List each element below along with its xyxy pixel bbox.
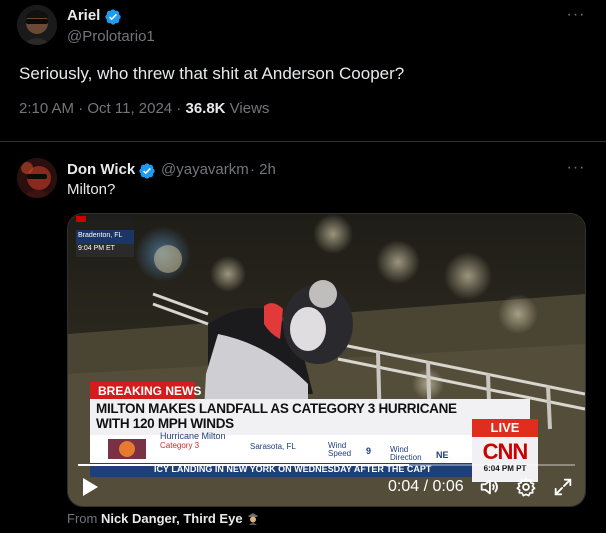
tweet-timestamp[interactable]: 2:10 AM · Oct 11, 2024 · [19, 100, 185, 117]
author-handle[interactable]: @Prolotario1 [67, 28, 155, 45]
verified-badge-icon [139, 163, 155, 179]
video-source-attribution: From Nick Danger, Third Eye [67, 511, 260, 526]
storm-name: Hurricane Milton [160, 431, 226, 441]
progress-bar[interactable] [78, 464, 575, 466]
quote-author-handle[interactable]: @yayavarkm [161, 161, 249, 178]
bug-city: Bradenton, FL [78, 232, 123, 239]
avatar-ariel[interactable] [17, 5, 57, 45]
play-icon[interactable] [80, 476, 100, 498]
video-time: 0:04 / 0:06 [388, 478, 464, 495]
live-badge: LIVE [490, 420, 520, 435]
volume-icon[interactable] [478, 476, 500, 498]
views-label: Views [225, 100, 270, 117]
quote-author-name[interactable]: Don Wick [67, 161, 135, 178]
video-player[interactable]: Bradenton, FL 9:04 PM ET BREAKING NEWS M… [67, 213, 586, 507]
quote-age[interactable]: · 2h [250, 161, 276, 178]
video-controls: 0:04 / 0:06 [68, 458, 585, 506]
tweet-meta: 2:10 AM · Oct 11, 2024 · 36.8K Views [19, 100, 269, 117]
verified-badge-icon [105, 9, 121, 25]
fullscreen-icon[interactable] [552, 476, 574, 498]
more-options-icon[interactable]: ··· [566, 160, 586, 181]
wind-speed-value: 9 [366, 446, 372, 456]
storm-info: Hurricane Milton Category 3 [160, 431, 226, 451]
from-source-link[interactable]: Nick Danger, Third Eye [101, 511, 243, 526]
progress-fill [78, 464, 410, 466]
avatar-don-wick[interactable] [17, 158, 57, 198]
info-city: Sarasota, FL [250, 442, 296, 451]
detective-emoji-icon [248, 513, 259, 525]
view-count: 36.8K [185, 100, 226, 117]
tweet-text: Seriously, who threw that shit at Anders… [19, 64, 405, 83]
location-bug: Bradenton, FL 9:04 PM ET [76, 229, 136, 255]
more-options-icon[interactable]: ··· [566, 7, 586, 28]
breaking-news-label: BREAKING NEWS [98, 384, 202, 398]
wind-speed: Wind Speed [328, 442, 364, 458]
news-headline: MILTON MAKES LANDFALL AS CATEGORY 3 HURR… [96, 401, 457, 431]
from-prefix: From [67, 511, 101, 526]
storm-category: Category 3 [160, 441, 200, 450]
author-name[interactable]: Ariel [67, 7, 100, 24]
quote-text: Milton? [67, 181, 116, 198]
bug-time: 9:04 PM ET [78, 245, 115, 252]
wind-speed-label: Wind Speed [328, 441, 352, 458]
divider [0, 141, 606, 142]
settings-gear-icon[interactable] [515, 476, 537, 498]
